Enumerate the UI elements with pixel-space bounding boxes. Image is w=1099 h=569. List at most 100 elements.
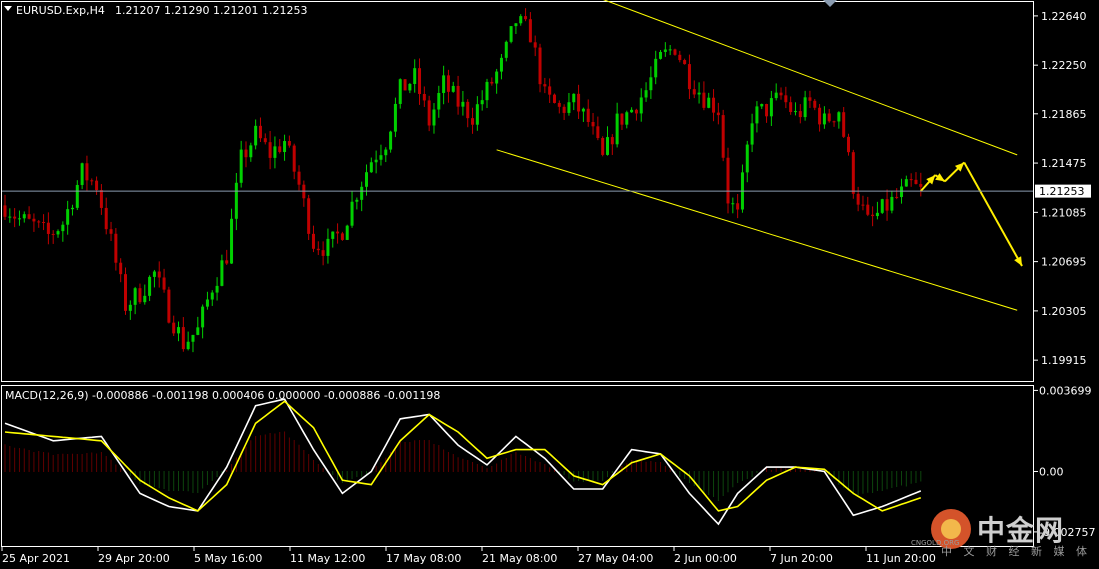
candle-body bbox=[832, 121, 836, 123]
candle-body bbox=[186, 341, 190, 350]
candle-body bbox=[215, 285, 219, 293]
candle-body bbox=[244, 149, 248, 158]
candle-body bbox=[774, 92, 778, 99]
candle-body bbox=[779, 92, 783, 96]
candle-body bbox=[292, 145, 296, 172]
candle-body bbox=[138, 288, 142, 303]
candle-body bbox=[649, 77, 653, 91]
candle-body bbox=[567, 102, 571, 113]
candle-body bbox=[75, 184, 79, 208]
candle-body bbox=[273, 146, 277, 158]
candle-body bbox=[919, 183, 923, 187]
price-tick-label: 1.20695 bbox=[1041, 256, 1087, 269]
candle-body bbox=[13, 216, 17, 219]
candle-body bbox=[552, 94, 556, 103]
candle-body bbox=[99, 190, 103, 208]
macd-histogram bbox=[4, 431, 922, 501]
candle-body bbox=[148, 276, 152, 296]
time-tick-label: 11 May 12:00 bbox=[290, 552, 365, 565]
macd-tick-label: 0.003699 bbox=[1039, 384, 1092, 397]
candle-body bbox=[56, 231, 60, 235]
candle-body bbox=[904, 179, 908, 187]
candle-body bbox=[914, 179, 918, 184]
candle-body bbox=[480, 100, 484, 105]
candle-body bbox=[157, 271, 161, 278]
candle-body bbox=[495, 71, 499, 84]
candle-body bbox=[451, 85, 455, 92]
candle-body bbox=[581, 108, 585, 112]
candle-body bbox=[625, 112, 629, 125]
candle-body bbox=[712, 97, 716, 113]
candle-body bbox=[678, 54, 682, 61]
candle-body bbox=[191, 334, 195, 342]
candle-body bbox=[297, 171, 301, 185]
macd-panel-frame bbox=[1, 385, 1034, 547]
candle-body bbox=[533, 42, 537, 48]
candle-body bbox=[895, 196, 899, 198]
candle-body bbox=[85, 163, 89, 181]
price-tick-label: 1.20305 bbox=[1041, 305, 1087, 318]
macd-title: MACD(12,26,9) -0.000886 -0.001198 0.0004… bbox=[5, 389, 440, 402]
candle-body bbox=[307, 198, 311, 234]
candles bbox=[3, 8, 923, 353]
candle-body bbox=[374, 159, 378, 163]
time-axis: 25 Apr 2021 29 Apr 20:00 5 May 16:00 11 May… bbox=[1, 546, 936, 565]
candle-body bbox=[562, 106, 566, 113]
candle-body bbox=[152, 271, 156, 277]
candle-body bbox=[663, 49, 667, 52]
candle-body bbox=[731, 203, 735, 205]
candle-body bbox=[577, 93, 581, 112]
candle-body bbox=[813, 100, 817, 108]
watermark-sub: 中 文 财 经 新 媒 体 bbox=[941, 545, 1091, 558]
candle-body bbox=[350, 201, 354, 226]
candle-body bbox=[316, 248, 320, 251]
time-tick-label: 21 May 08:00 bbox=[482, 552, 557, 565]
candle-body bbox=[403, 79, 407, 91]
candle-body bbox=[697, 92, 701, 95]
candle-body bbox=[379, 155, 383, 160]
candle-body bbox=[485, 81, 489, 101]
candle-body bbox=[538, 47, 542, 85]
candle-body bbox=[842, 112, 846, 137]
candle-body bbox=[437, 92, 441, 110]
candle-body bbox=[114, 233, 118, 263]
candle-body bbox=[736, 203, 740, 210]
projection-arrows bbox=[920, 161, 1023, 267]
candle-body bbox=[70, 207, 74, 210]
candle-body bbox=[847, 136, 850, 153]
candle-body bbox=[326, 238, 330, 256]
candle-body bbox=[798, 111, 802, 118]
macd-main-line bbox=[4, 398, 922, 526]
candle-body bbox=[683, 60, 687, 65]
candle-body bbox=[258, 125, 262, 139]
candle-body bbox=[321, 250, 325, 256]
candle-body bbox=[572, 93, 576, 103]
candle-body bbox=[822, 113, 826, 125]
time-tick-label: 7 Jun 20:00 bbox=[770, 552, 833, 565]
candle-body bbox=[80, 163, 84, 185]
candle-body bbox=[8, 216, 12, 218]
candle-body bbox=[885, 199, 889, 211]
shift-marker-icon[interactable] bbox=[823, 0, 837, 7]
candle-body bbox=[389, 131, 393, 150]
candle-body bbox=[456, 85, 460, 107]
candle-body bbox=[668, 49, 672, 51]
candle-body bbox=[692, 89, 696, 95]
candle-body bbox=[201, 306, 205, 328]
watermark-logo: 中金网 中 文 财 经 新 媒 体 CNGOLD.ORG bbox=[911, 509, 1091, 559]
price-tick-label: 1.21865 bbox=[1041, 108, 1087, 121]
candle-body bbox=[634, 109, 638, 114]
candle-body bbox=[808, 97, 812, 101]
candle-body bbox=[384, 149, 388, 156]
candle-body bbox=[205, 299, 209, 307]
candle-body bbox=[95, 180, 99, 191]
candle-body bbox=[234, 182, 238, 219]
candle-body bbox=[42, 221, 46, 223]
candle-body bbox=[880, 199, 884, 213]
symbol-dropdown-icon[interactable] bbox=[4, 6, 12, 11]
candle-body bbox=[909, 179, 913, 181]
candle-body bbox=[630, 109, 634, 113]
candle-body bbox=[610, 137, 614, 145]
candle-body bbox=[601, 138, 605, 155]
candle-body bbox=[46, 222, 50, 234]
